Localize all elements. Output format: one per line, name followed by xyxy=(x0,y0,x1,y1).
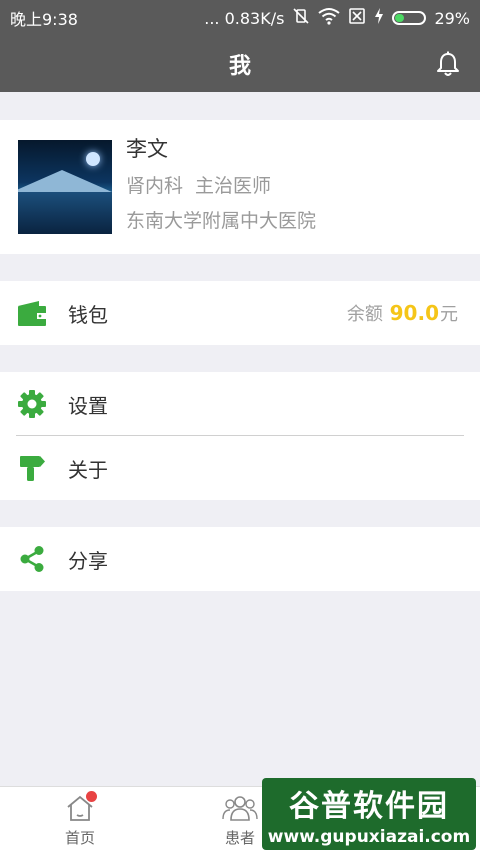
profile-name: 李文 xyxy=(126,137,168,161)
wallet-row[interactable]: 钱包 余额 90.0元 xyxy=(0,281,480,345)
patients-icon xyxy=(222,793,258,823)
profile-department: 肾内科 xyxy=(126,175,184,197)
vibrate-off-icon xyxy=(292,7,310,29)
share-label: 分享 xyxy=(68,548,108,573)
wallet-icon xyxy=(16,297,48,329)
wallet-label: 钱包 xyxy=(68,302,108,327)
sim-none-icon xyxy=(348,7,366,29)
status-time: 晚上9:38 xyxy=(10,10,78,29)
watermark: 谷普软件园 www.gupuxiazai.com xyxy=(262,778,476,850)
watermark-title: 谷普软件园 xyxy=(289,789,449,824)
battery-percent: 29% xyxy=(434,8,470,28)
avatar-mountain xyxy=(18,170,112,192)
share-row[interactable]: 分享 xyxy=(0,527,480,591)
signpost-icon xyxy=(16,452,48,484)
nav-item-home[interactable]: 首页 xyxy=(40,791,120,848)
gear-icon xyxy=(16,388,48,420)
profile-position: 主治医师 xyxy=(195,175,272,197)
nav-label-home: 首页 xyxy=(64,829,95,847)
settings-row[interactable]: 设置 xyxy=(0,372,480,436)
notification-badge xyxy=(86,791,97,802)
wallet-balance: 余额 90.0元 xyxy=(347,300,458,326)
profile-dept-line: 肾内科 主治医师 xyxy=(126,171,316,198)
battery-icon xyxy=(392,11,427,25)
balance-prefix: 余额 xyxy=(346,304,383,325)
about-row[interactable]: 关于 xyxy=(0,436,480,500)
watermark-url: www.gupuxiazai.com xyxy=(267,827,471,847)
profile-hospital: 东南大学附属中大医院 xyxy=(126,210,317,232)
home-icon xyxy=(65,791,97,823)
profile-info: 李文 肾内科 主治医师 东南大学附属中大医院 xyxy=(126,133,316,241)
settings-label: 设置 xyxy=(68,393,108,418)
status-right: ... 0.83K/s 29% xyxy=(204,7,470,29)
app-header: 我 xyxy=(0,36,480,92)
page-title: 我 xyxy=(228,54,251,79)
wifi-icon xyxy=(318,7,341,29)
profile-card[interactable]: 李文 肾内科 主治医师 东南大学附属中大医院 xyxy=(0,120,480,254)
charging-icon xyxy=(374,8,384,28)
network-speed: ... 0.83K/s xyxy=(204,8,285,28)
battery-fill xyxy=(395,14,404,22)
avatar[interactable] xyxy=(18,140,112,234)
status-bar: 晚上9:38 ... 0.83K/s 29% xyxy=(0,0,480,36)
avatar-reflection xyxy=(18,192,112,234)
balance-unit: 元 xyxy=(440,304,458,325)
about-label: 关于 xyxy=(68,457,108,482)
balance-amount: 90.0 xyxy=(389,301,439,325)
bell-icon[interactable] xyxy=(434,50,462,78)
avatar-moon xyxy=(86,152,100,166)
share-icon xyxy=(16,543,48,575)
